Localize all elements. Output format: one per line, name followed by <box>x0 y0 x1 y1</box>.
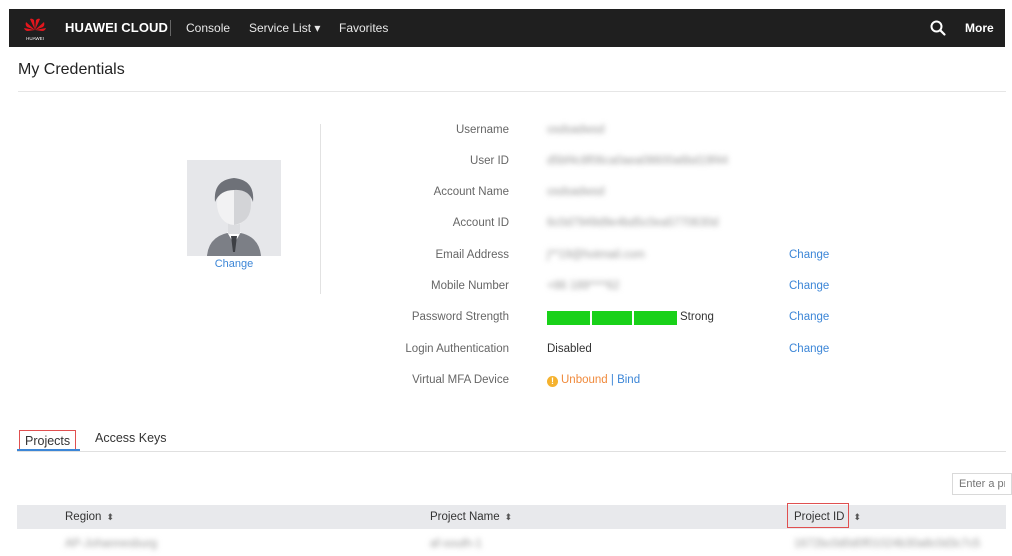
change-email-link[interactable]: Change <box>789 249 829 261</box>
nav-favorites[interactable]: Favorites <box>339 21 388 35</box>
account-name-value: osdsadwsd <box>547 186 605 198</box>
strength-segment <box>547 311 590 325</box>
change-login-auth-link[interactable]: Change <box>789 343 829 355</box>
huawei-logo[interactable]: HUAWEI <box>23 16 47 42</box>
email-value: j**19@hotmail.com <box>547 249 645 261</box>
account-id-label: Account ID <box>452 217 509 229</box>
user-id-value: d5bf4c8f06ca0aea08600a6bd19f44 <box>547 155 728 167</box>
page-title: My Credentials <box>18 61 125 78</box>
project-search-input[interactable] <box>952 473 1012 495</box>
password-strength-value: Strong <box>680 311 714 323</box>
username-label: Username <box>455 124 509 136</box>
account-id-value: 6c0d7949d9e4bd5c0ea5770630d <box>547 217 719 229</box>
row-region: AP-Johannesburg <box>65 538 158 550</box>
account-name-label: Account Name <box>433 186 509 198</box>
nav-divider <box>170 20 171 36</box>
login-auth-value: Disabled <box>547 343 592 355</box>
column-header-project-id[interactable]: Project ID ⬍ <box>794 511 861 523</box>
nav-service-list[interactable]: Service List ▾ <box>249 21 320 35</box>
mfa-unbound-status: Unbound <box>561 374 608 386</box>
password-strength-bar <box>547 311 677 325</box>
mfa-separator: | <box>607 374 618 386</box>
row-project-id: 1672bc0d0d0f01024b30a8c0d3c7c5 <box>794 538 981 550</box>
top-navbar: HUAWEI HUAWEI CLOUD Console Service List… <box>9 9 1005 47</box>
column-header-region[interactable]: Region ⬍ <box>65 511 114 523</box>
change-password-link[interactable]: Change <box>789 311 829 323</box>
more-menu[interactable]: More <box>965 21 994 35</box>
column-header-project-name[interactable]: Project Name ⬍ <box>430 511 512 523</box>
mfa-status: ! Unbound | Bind <box>547 374 640 387</box>
logo-text: HUAWEI <box>26 36 44 41</box>
title-divider <box>18 91 1006 92</box>
sort-icon[interactable]: ⬍ <box>854 512 862 522</box>
change-avatar-link[interactable]: Change <box>187 258 281 270</box>
strength-segment <box>592 311 632 325</box>
search-icon[interactable] <box>929 19 947 37</box>
sort-icon[interactable]: ⬍ <box>505 512 513 522</box>
mobile-value: +86 189****62 <box>547 280 620 292</box>
tabs-divider <box>17 451 1006 452</box>
user-id-label: User ID <box>470 155 509 167</box>
brand-name[interactable]: HUAWEI CLOUD <box>65 20 168 35</box>
email-label: Email Address <box>435 249 509 261</box>
row-project-name: af-south-1 <box>430 538 482 550</box>
change-mobile-link[interactable]: Change <box>789 280 829 292</box>
bind-mfa-link[interactable]: Bind <box>617 374 640 386</box>
password-strength-label: Password Strength <box>411 311 509 323</box>
login-auth-label: Login Authentication <box>405 343 509 355</box>
mobile-label: Mobile Number <box>431 280 509 292</box>
mfa-label: Virtual MFA Device <box>412 374 509 386</box>
username-value: osdsadwsd <box>547 124 605 136</box>
strength-segment <box>634 311 677 325</box>
sort-icon[interactable]: ⬍ <box>106 512 114 522</box>
tab-access-keys[interactable]: Access Keys <box>95 431 167 445</box>
warning-icon: ! <box>547 376 558 387</box>
nav-console[interactable]: Console <box>186 21 230 35</box>
section-divider <box>320 124 321 294</box>
avatar <box>187 160 281 256</box>
